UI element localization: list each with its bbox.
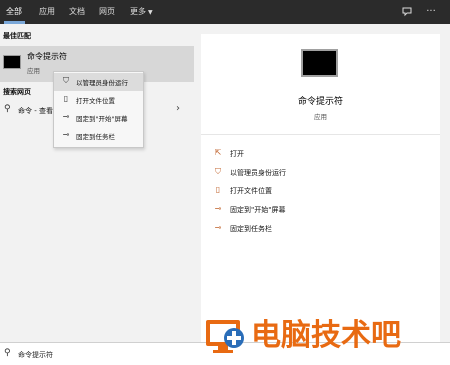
best-match-heading: 最佳匹配 [3, 32, 31, 40]
action-label: 固定到"开始"屏幕 [230, 206, 286, 214]
detail-subtitle: 应用 [314, 113, 327, 121]
detail-title: 命令提示符 [297, 97, 343, 107]
action-label: 以管理员身份运行 [230, 169, 286, 177]
chevron-right-icon[interactable]: › [176, 103, 180, 114]
watermark: 电脑技术吧 [203, 312, 447, 360]
pin-icon: ⊸ [62, 112, 70, 121]
tab-more-label: 更多 [130, 7, 146, 16]
context-item-label: 固定到任务栏 [76, 133, 115, 141]
context-menu: ⛉ 以管理员身份运行 ▯ 打开文件位置 ⊸ 固定到"开始"屏幕 ⊸ 固定到任务栏 [53, 71, 144, 148]
admin-shield-icon: ⛉ [63, 76, 69, 85]
folder-icon: ▯ [63, 94, 69, 103]
watermark-logo [206, 320, 244, 353]
action-label: 打开 [230, 150, 244, 158]
tab-documents[interactable]: 文档 [69, 0, 85, 24]
tab-web[interactable]: 网页 [99, 0, 115, 24]
best-match-title: 命令提示符 [27, 52, 67, 61]
feedback-icon[interactable] [401, 6, 413, 18]
divider [201, 134, 440, 135]
pin-taskbar-icon: ⊸ [62, 130, 70, 139]
context-item-label: 以管理员身份运行 [76, 79, 128, 87]
tab-apps[interactable]: 应用 [39, 0, 55, 24]
context-open-file-location[interactable]: ▯ 打开文件位置 [54, 91, 143, 109]
search-filter-bar: 全部 应用 文档 网页 更多 ▼ ··· [0, 0, 450, 24]
watermark-text: 电脑技术吧 [251, 318, 401, 353]
command-prompt-icon [3, 55, 21, 69]
command-prompt-large-icon [301, 49, 338, 77]
pin-taskbar-icon: ⊸ [214, 223, 222, 232]
search-icon: ⚲ [4, 104, 11, 114]
detail-pane: 命令提示符 应用 ⇱ 打开 ⛉ 以管理员身份运行 ▯ 打开文件位置 ⊸ 固定到"… [201, 34, 440, 342]
search-input[interactable]: 命令提示符 [18, 350, 53, 360]
context-pin-to-start[interactable]: ⊸ 固定到"开始"屏幕 [54, 109, 143, 127]
tab-more[interactable]: 更多 ▼ [130, 0, 153, 24]
more-options-icon[interactable]: ··· [425, 6, 437, 18]
context-run-as-admin[interactable]: ⛉ 以管理员身份运行 [54, 73, 143, 91]
pin-icon: ⊸ [214, 204, 222, 213]
action-label: 固定到任务栏 [230, 225, 272, 233]
search-icon: ⚲ [4, 348, 11, 358]
folder-icon: ▯ [215, 185, 221, 194]
best-match-subtitle: 应用 [27, 67, 40, 75]
web-search-heading: 搜索网页 [3, 88, 31, 96]
context-item-label: 固定到"开始"屏幕 [76, 115, 128, 123]
action-label: 打开文件位置 [230, 187, 272, 195]
admin-shield-icon: ⛉ [215, 167, 221, 176]
context-item-label: 打开文件位置 [76, 97, 115, 105]
chevron-down-icon: ▼ [148, 9, 153, 16]
context-pin-to-taskbar[interactable]: ⊸ 固定到任务栏 [54, 127, 143, 145]
open-icon: ⇱ [214, 148, 222, 157]
